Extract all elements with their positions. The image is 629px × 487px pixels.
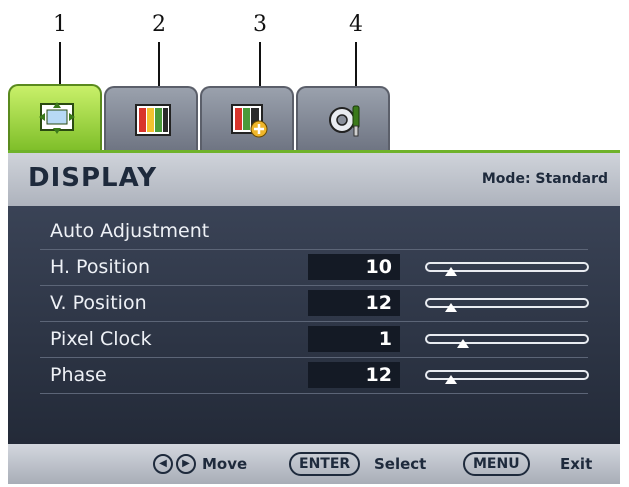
arrow-left-icon[interactable]: ◀ [153, 454, 173, 474]
slider-thumb-icon[interactable] [444, 267, 457, 276]
osd-tab-bar [8, 84, 620, 150]
tab-picture[interactable] [104, 86, 198, 150]
callout-3: 3 [253, 12, 267, 37]
picture-icon [135, 104, 171, 136]
pixel-clock-slider[interactable] [425, 334, 589, 348]
tab-system[interactable] [296, 86, 390, 150]
menu-item-phase[interactable]: Phase 12 [40, 358, 589, 394]
arrow-right-icon[interactable]: ▶ [176, 454, 196, 474]
callout-1: 1 [53, 12, 67, 37]
phase-slider[interactable] [425, 370, 589, 384]
picture-advanced-icon [231, 104, 268, 138]
mode-indicator: Mode: Standard [481, 171, 608, 187]
menu-item-label: Auto Adjustment [50, 220, 210, 242]
value-box: 10 [308, 254, 400, 280]
slider-thumb-icon[interactable] [444, 303, 457, 312]
menu-item-v-position[interactable]: V. Position 12 [40, 286, 589, 322]
menu-item-auto-adjustment[interactable]: Auto Adjustment [40, 214, 588, 250]
value-box: 12 [308, 290, 400, 316]
value-box: 1 [308, 326, 400, 352]
select-label: Select [374, 455, 427, 473]
menu-item-label: Pixel Clock [50, 328, 152, 350]
menu-item-pixel-clock[interactable]: Pixel Clock 1 [40, 322, 589, 358]
enter-key[interactable]: ENTER [289, 452, 361, 476]
move-label: Move [202, 455, 248, 473]
system-settings-icon [329, 105, 360, 137]
footer-hints: ◀ ▶ Move ENTER Select MENU Exit [8, 444, 620, 484]
menu-item-label: V. Position [50, 292, 147, 314]
menu-header: DISPLAY Mode: Standard [8, 150, 620, 206]
v-position-slider[interactable] [425, 298, 589, 312]
h-position-slider[interactable] [425, 262, 589, 276]
menu-item-h-position[interactable]: H. Position 10 [40, 250, 589, 286]
callout-2: 2 [152, 12, 166, 37]
menu-key[interactable]: MENU [463, 452, 530, 476]
menu-item-label: H. Position [50, 256, 151, 278]
slider-thumb-icon[interactable] [444, 375, 457, 384]
menu-body: Auto Adjustment H. Position 10 V. Positi… [8, 206, 620, 444]
slider-thumb-icon[interactable] [456, 339, 469, 348]
exit-label: Exit [560, 455, 593, 473]
tab-picture-advanced[interactable] [200, 86, 294, 150]
display-arrows-icon [39, 102, 75, 134]
tab-display[interactable] [8, 84, 102, 150]
menu-item-label: Phase [50, 364, 107, 386]
page-title: DISPLAY [28, 163, 158, 193]
value-box: 12 [308, 362, 400, 388]
callout-4: 4 [349, 12, 363, 37]
